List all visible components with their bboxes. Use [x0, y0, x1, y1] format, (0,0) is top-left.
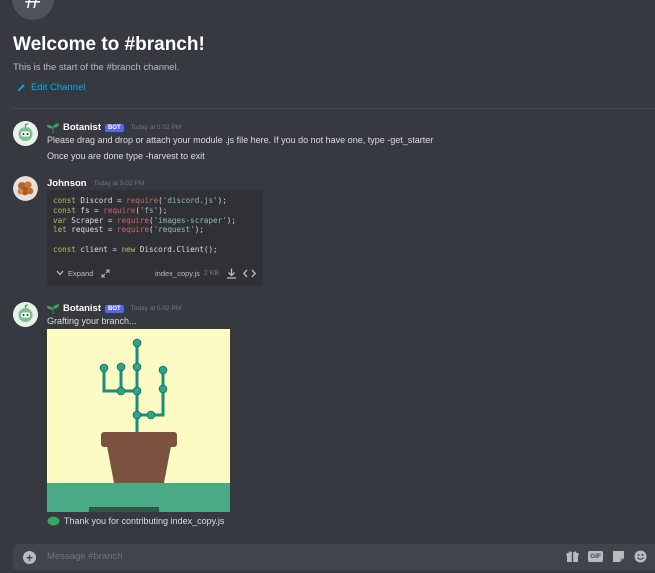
message-header: Botanist BOT Today at 5:02 PM	[47, 303, 181, 314]
attachment-filename[interactable]: index_copy.js	[155, 269, 200, 278]
bot-badge: BOT	[105, 123, 124, 132]
avatar[interactable]	[13, 121, 38, 146]
message-header: Botanist BOT Today at 5:02 PM	[47, 122, 181, 133]
channel-start-text: This is the start of the #branch channel…	[13, 62, 180, 73]
upload-plus-icon[interactable]: +	[23, 551, 36, 564]
author-name[interactable]: Botanist	[63, 303, 101, 314]
message-text: Once you are done type -harvest to exit	[47, 151, 205, 161]
johnson-avatar-icon	[13, 176, 38, 201]
sticker-icon[interactable]	[612, 550, 625, 563]
gift-icon[interactable]	[566, 550, 579, 563]
contribution-reaction: Thank you for contributing index_copy.js	[47, 516, 224, 526]
divider	[12, 108, 655, 109]
sprout-icon	[47, 122, 59, 133]
avatar[interactable]	[13, 176, 38, 201]
expand-label[interactable]: Expand	[68, 269, 93, 278]
leaf-icon	[47, 516, 60, 526]
channel-hash-icon: #	[12, 0, 54, 20]
sprout-icon	[47, 303, 59, 314]
botanist-avatar-icon	[13, 302, 38, 327]
welcome-title: Welcome to #branch!	[13, 34, 205, 55]
avatar[interactable]	[13, 302, 38, 327]
message-input[interactable]: Message #branch	[47, 551, 123, 562]
emoji-icon[interactable]	[634, 550, 647, 563]
reaction-text: Thank you for contributing index_copy.js	[64, 516, 225, 526]
view-source-icon[interactable]	[243, 268, 256, 279]
code-attachment[interactable]: const Discord = require('discord.js'); c…	[47, 190, 263, 286]
gif-button[interactable]: GIF	[588, 551, 603, 562]
botanist-avatar-icon	[13, 121, 38, 146]
timestamp: Today at 5:02 PM	[130, 305, 182, 312]
message-text: Grafting your branch...	[47, 316, 137, 326]
message-text: Please drag and drop or attach your modu…	[47, 135, 434, 145]
attachment-size: 2 KB	[203, 269, 220, 277]
pencil-icon	[17, 84, 25, 92]
author-name[interactable]: Botanist	[63, 122, 101, 133]
edit-channel-label[interactable]: Edit Channel	[31, 82, 85, 93]
potted-cactus-illustration	[47, 329, 230, 512]
timestamp: Today at 5:02 PM	[93, 180, 145, 187]
chevron-down-icon	[56, 270, 64, 276]
branch-image[interactable]	[47, 329, 230, 512]
code-preview: const Discord = require('discord.js'); c…	[53, 196, 236, 254]
bot-badge: BOT	[105, 304, 124, 313]
maximize-icon[interactable]	[101, 269, 110, 278]
message-composer[interactable]: + Message #branch GIF	[13, 544, 655, 571]
timestamp: Today at 5:02 PM	[130, 124, 182, 131]
edit-channel-link[interactable]: Edit Channel	[17, 82, 85, 93]
download-icon[interactable]	[226, 268, 237, 279]
expand-button[interactable]: Expand	[56, 269, 110, 278]
message-header: Johnson Today at 5:02 PM	[47, 178, 144, 189]
author-name[interactable]: Johnson	[47, 178, 87, 189]
